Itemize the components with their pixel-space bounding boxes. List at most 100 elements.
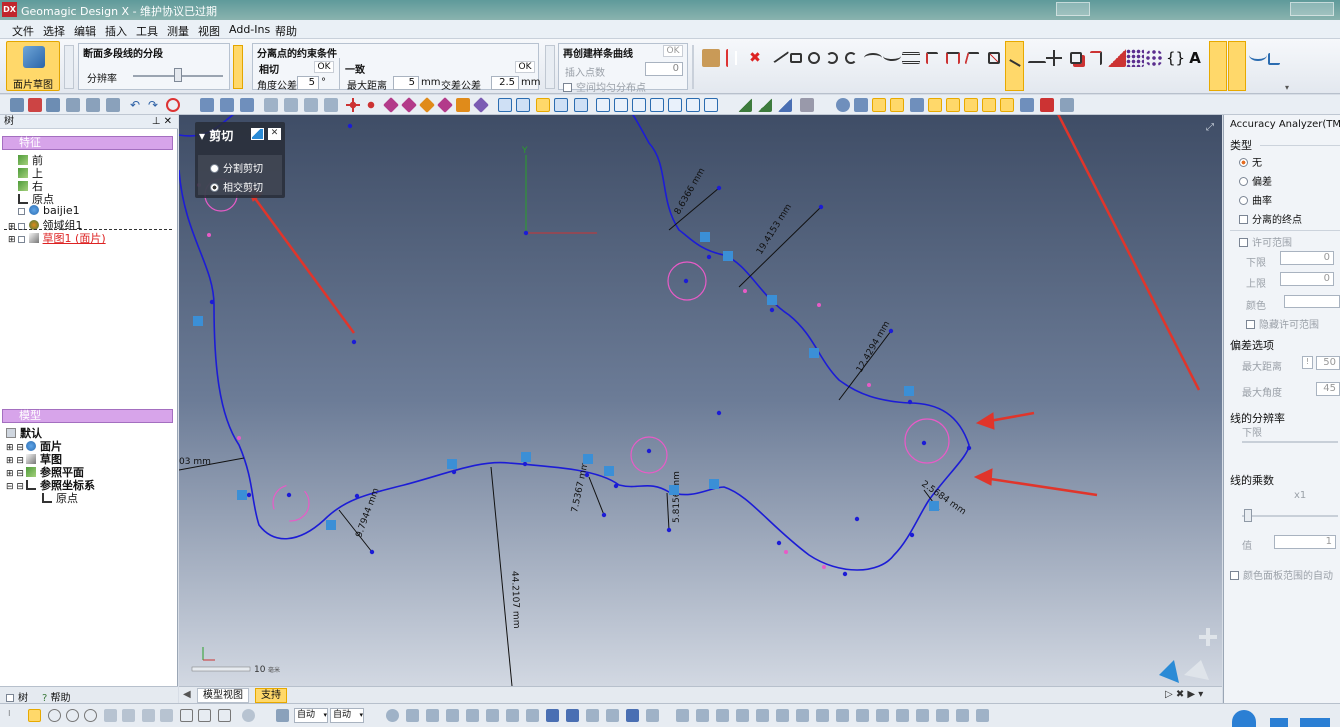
- filter-clear-icon[interactable]: [1040, 98, 1054, 112]
- redo-icon[interactable]: ↷: [148, 98, 162, 112]
- collapse-icon[interactable]: [545, 45, 555, 89]
- model-header[interactable]: 模型: [2, 409, 173, 423]
- auto-select-dropdown[interactable]: 自动 ▾: [294, 708, 328, 723]
- type-option-curvature[interactable]: 曲率: [1239, 192, 1272, 207]
- point-icon[interactable]: [364, 98, 378, 112]
- circular-pattern-icon[interactable]: [1145, 49, 1163, 67]
- display-wire-icon[interactable]: [516, 98, 530, 112]
- view-front-icon[interactable]: [456, 98, 470, 112]
- features-header[interactable]: 特征: [2, 136, 173, 150]
- ellipse-select-icon[interactable]: [84, 709, 97, 722]
- max-distance-input[interactable]: 5: [393, 76, 419, 90]
- filter-curve-icon[interactable]: [928, 98, 942, 112]
- new-icon[interactable]: [10, 98, 24, 112]
- zoom-in-icon[interactable]: [304, 98, 318, 112]
- menu-insert[interactable]: 插入: [105, 23, 127, 39]
- move-icon[interactable]: [1070, 52, 1082, 64]
- snap-tool-icon[interactable]: [796, 709, 809, 722]
- select-mode-icon[interactable]: [200, 98, 214, 112]
- view-back2-icon[interactable]: [686, 98, 700, 112]
- menu-edit[interactable]: 编辑: [74, 23, 96, 39]
- more-view-icon[interactable]: [800, 98, 814, 112]
- collapse-left-icon[interactable]: [64, 45, 74, 89]
- offset-icon[interactable]: [964, 52, 980, 64]
- pin-close-icon[interactable]: ⊥ ✕: [152, 115, 172, 128]
- filter-vertex-icon[interactable]: [946, 98, 960, 112]
- view-isometric-icon[interactable]: [383, 97, 399, 113]
- line-icon[interactable]: [768, 44, 790, 64]
- constraint-button[interactable]: [1209, 41, 1227, 91]
- smart-dimension-icon[interactable]: [1249, 49, 1267, 61]
- upper-input[interactable]: 0: [1280, 272, 1334, 286]
- snap-tool-icon[interactable]: [676, 709, 689, 722]
- point-select-icon[interactable]: [48, 709, 61, 722]
- consistent-ok-button[interactable]: OK: [515, 61, 535, 73]
- tab-nav-icons[interactable]: ▷ ✖ ▶ ▾: [1165, 689, 1203, 700]
- view-iso2-icon[interactable]: [704, 98, 718, 112]
- print-icon[interactable]: [106, 98, 120, 112]
- tree-item-baijie1[interactable]: baijie1: [18, 204, 80, 217]
- filter-point-icon[interactable]: [872, 98, 886, 112]
- polyline-icon[interactable]: [902, 52, 920, 64]
- snap-tool-icon[interactable]: [916, 709, 929, 722]
- tab-tree[interactable]: 树: [6, 689, 28, 704]
- mirror-icon[interactable]: [1090, 51, 1102, 65]
- chamfer-icon[interactable]: [946, 52, 960, 64]
- filter-mesh-icon[interactable]: [982, 98, 996, 112]
- view-tool-icon[interactable]: [546, 709, 559, 722]
- view-tool-icon[interactable]: [426, 709, 439, 722]
- tree-item-model-origin[interactable]: 原点: [42, 490, 78, 506]
- cut-option-intersect[interactable]: 相交剪切: [210, 179, 263, 194]
- tab-support[interactable]: 支持: [255, 688, 287, 703]
- dimension-label[interactable]: 19.4153 mm: [755, 202, 794, 256]
- brace-icon[interactable]: {}: [1166, 49, 1185, 67]
- filter-edge-icon[interactable]: [890, 98, 904, 112]
- visible-only-icon[interactable]: [180, 709, 193, 722]
- select-icon[interactable]: [28, 709, 41, 722]
- color-panel-auto-checkbox[interactable]: 颜色面板范围的自动: [1230, 567, 1340, 582]
- value-input[interactable]: 1: [1274, 535, 1336, 549]
- filter-face-icon[interactable]: [854, 98, 868, 112]
- through-icon[interactable]: [198, 709, 211, 722]
- snap-tool-icon[interactable]: [756, 709, 769, 722]
- open-icon[interactable]: [28, 98, 42, 112]
- view-dimetric-icon[interactable]: [419, 97, 435, 113]
- view-top-icon[interactable]: [596, 98, 610, 112]
- info-icon[interactable]: !: [1302, 356, 1313, 369]
- circle-select-icon[interactable]: [66, 709, 79, 722]
- tangent-arc-icon[interactable]: [864, 53, 882, 63]
- spatial-distribution-checkbox[interactable]: 空间均匀分布点: [563, 79, 646, 94]
- snap-tool-icon[interactable]: [816, 709, 829, 722]
- tab-model-view[interactable]: 模型视图: [197, 688, 249, 703]
- menu-measure[interactable]: 测量: [167, 23, 189, 39]
- select-lasso-icon[interactable]: [240, 98, 254, 112]
- mirror-line-icon[interactable]: [1108, 49, 1126, 67]
- menu-view[interactable]: 视图: [198, 23, 220, 39]
- view-back-icon[interactable]: [473, 97, 489, 113]
- magenta-circle[interactable]: [630, 436, 668, 474]
- zoom-area-icon[interactable]: [284, 98, 298, 112]
- view-right-icon[interactable]: [650, 98, 664, 112]
- view-bottom-icon[interactable]: [614, 98, 628, 112]
- linear-pattern-icon[interactable]: [1126, 49, 1144, 67]
- eye-icon[interactable]: [242, 709, 255, 722]
- extend-select-icon[interactable]: [218, 709, 231, 722]
- dimension-label[interactable]: 03 mm: [179, 457, 211, 467]
- tangent-ok-button[interactable]: OK: [314, 61, 334, 73]
- snap-tool-icon[interactable]: [716, 709, 729, 722]
- save-icon[interactable]: [46, 98, 60, 112]
- max-angle-input[interactable]: 45: [1316, 382, 1340, 396]
- zoom-fit-icon[interactable]: [264, 98, 278, 112]
- line-resolution-slider[interactable]: [1242, 441, 1338, 443]
- view-left-icon[interactable]: [632, 98, 646, 112]
- text-icon[interactable]: A: [1186, 49, 1204, 67]
- hide-range-checkbox[interactable]: 隐藏许可范围: [1246, 316, 1319, 331]
- angle-tolerance-input[interactable]: 5: [297, 76, 319, 90]
- rebuild-ok-button[interactable]: OK: [663, 45, 683, 57]
- line-factor-thumb[interactable]: [1244, 509, 1252, 522]
- select-window-icon[interactable]: [220, 98, 234, 112]
- split-entity-icon[interactable]: [1045, 49, 1063, 67]
- viewport-canvas[interactable]: 8.6366 mm 19.4153 mm 12.4294 mm 2.5684 m…: [179, 115, 1222, 686]
- resolution-slider-thumb[interactable]: [174, 68, 182, 82]
- snap-tool-icon[interactable]: [856, 709, 869, 722]
